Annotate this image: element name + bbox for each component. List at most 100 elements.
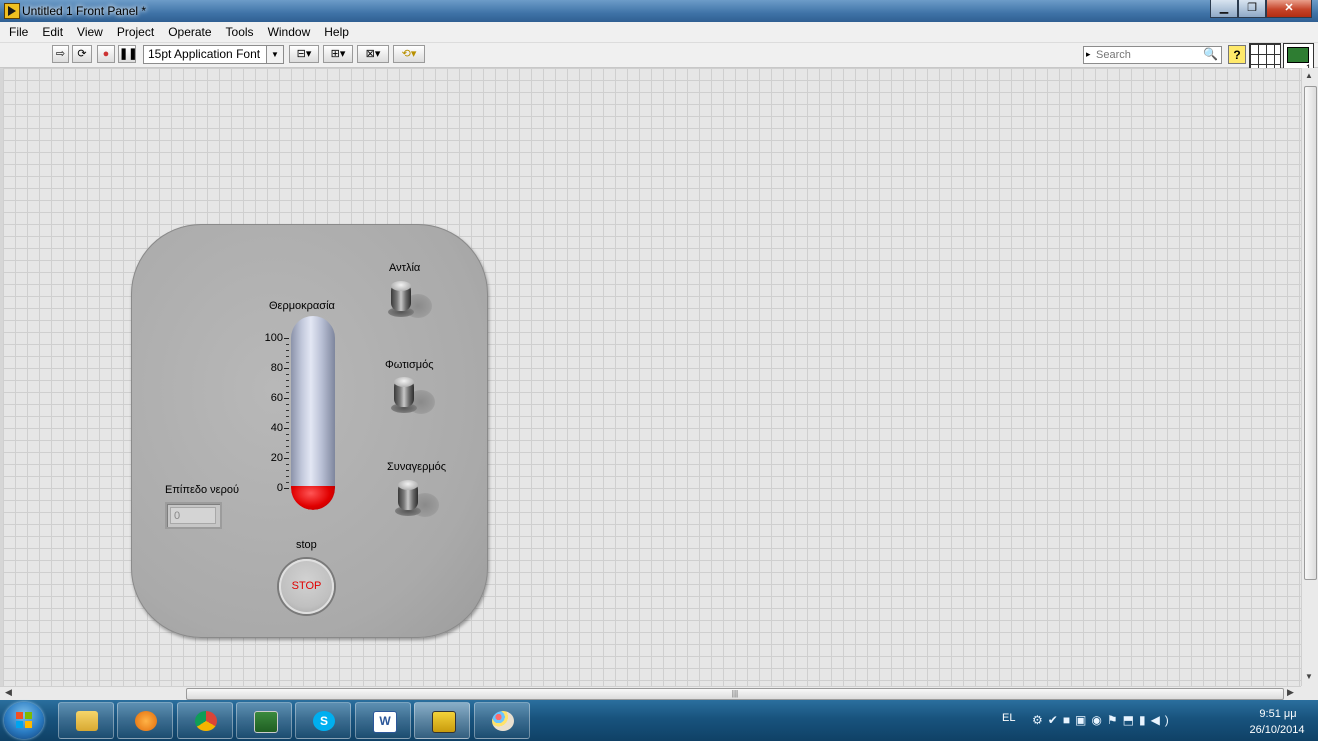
scale-label: 20: [270, 452, 283, 464]
clock-time[interactable]: 9:51 μμ: [1248, 708, 1308, 720]
minor-tick: [286, 404, 289, 405]
scale-label: 100: [264, 332, 283, 344]
minor-tick: [286, 362, 289, 363]
thermometer-label: Θερμοκρασία: [269, 300, 335, 312]
align-objects-icon[interactable]: ⊟▾: [289, 45, 319, 63]
abort-icon[interactable]: ●: [97, 45, 115, 63]
media-player-icon: [135, 711, 157, 731]
language-indicator[interactable]: EL: [1002, 712, 1015, 724]
toolbar: ⇨ ⟳ ● ❚❚ 15pt Application Font ▼ ⊟▾ ⊞▾ ⊠…: [0, 43, 1318, 73]
vertical-scrollbar[interactable]: ▲ ▼: [1301, 68, 1318, 686]
taskbar-skype[interactable]: S: [295, 702, 351, 739]
scroll-down-icon[interactable]: ▼: [1305, 672, 1313, 681]
major-tick: [284, 368, 289, 369]
menu-tools[interactable]: Tools: [219, 22, 261, 41]
minor-tick: [286, 356, 289, 357]
clock-date[interactable]: 26/10/2014: [1242, 724, 1312, 736]
thermometer-indicator[interactable]: [291, 316, 335, 510]
taskbar: S W EL ⚙✔■▣◉⚑⬒▮◀) 9:51 μμ 26/10/2014: [0, 700, 1318, 741]
menu-window[interactable]: Window: [261, 22, 318, 41]
menu-help[interactable]: Help: [317, 22, 356, 41]
minor-tick: [286, 464, 289, 465]
water-level-indicator[interactable]: 0: [165, 502, 222, 529]
stop-button[interactable]: STOP: [279, 559, 334, 614]
restore-button[interactable]: ❐: [1238, 0, 1266, 18]
system-tray: EL ⚙✔■▣◉⚑⬒▮◀) 9:51 μμ 26/10/2014: [1000, 700, 1318, 741]
major-tick: [284, 338, 289, 339]
minor-tick: [286, 380, 289, 381]
vertical-scroll-thumb[interactable]: [1304, 86, 1317, 580]
search-input[interactable]: [1096, 48, 1196, 62]
skype-icon: S: [313, 711, 335, 731]
scale-label: 40: [270, 422, 283, 434]
context-help-button[interactable]: ?: [1228, 45, 1246, 64]
minor-tick: [286, 434, 289, 435]
run-arrow-icon[interactable]: ⇨: [52, 45, 69, 63]
word-icon: W: [373, 711, 397, 733]
reorder-icon[interactable]: ⟲▾: [393, 45, 425, 63]
taskbar-word[interactable]: W: [355, 702, 411, 739]
minimize-button[interactable]: ▁: [1210, 0, 1238, 18]
water-level-value: 0: [170, 507, 216, 524]
font-select-value: 15pt Application Font: [148, 47, 261, 61]
menu-edit[interactable]: Edit: [35, 22, 70, 41]
search-box[interactable]: ▸ 🔍: [1083, 46, 1222, 64]
menu-bar: File Edit View Project Operate Tools Window Hel…: [0, 22, 1318, 43]
minor-tick: [286, 476, 289, 477]
scroll-left-icon[interactable]: ◀: [5, 687, 12, 698]
font-select[interactable]: 15pt Application Font ▼: [143, 45, 284, 64]
major-tick: [284, 398, 289, 399]
taskbar-chrome[interactable]: [177, 702, 233, 739]
pump-toggle-switch[interactable]: [388, 280, 436, 324]
distribute-objects-icon[interactable]: ⊞▾: [323, 45, 353, 63]
minor-tick: [286, 344, 289, 345]
taskbar-task-manager[interactable]: [236, 702, 292, 739]
menu-file[interactable]: File: [0, 22, 35, 41]
pause-icon[interactable]: ❚❚: [118, 45, 137, 63]
minor-tick: [286, 350, 289, 351]
switch-label-alarm: Συναγερμός: [387, 461, 447, 473]
scroll-right-icon[interactable]: ▶: [1287, 687, 1294, 698]
alarm-toggle-switch[interactable]: [395, 479, 443, 523]
major-tick: [284, 428, 289, 429]
major-tick: [284, 488, 289, 489]
minor-tick: [286, 422, 289, 423]
minor-tick: [286, 410, 289, 411]
taskbar-paint[interactable]: [474, 702, 530, 739]
scroll-up-icon[interactable]: ▲: [1305, 71, 1313, 80]
menu-project[interactable]: Project: [110, 22, 161, 41]
search-options-icon[interactable]: ▸: [1086, 49, 1091, 60]
horizontal-scrollbar[interactable]: ◀ ||| ▶: [0, 686, 1301, 700]
major-tick: [284, 458, 289, 459]
menu-view[interactable]: View: [70, 22, 110, 41]
lighting-toggle-switch[interactable]: [391, 376, 439, 420]
switch-label-lighting: Φωτισμός: [385, 359, 434, 371]
horizontal-scroll-thumb[interactable]: |||: [186, 688, 1284, 700]
chevron-down-icon[interactable]: ▼: [266, 46, 283, 63]
taskbar-explorer[interactable]: [58, 702, 114, 739]
taskbar-labview[interactable]: [414, 702, 470, 739]
menu-operate[interactable]: Operate: [161, 22, 218, 41]
run-continuously-icon[interactable]: ⟳: [72, 45, 92, 63]
minor-tick: [286, 482, 289, 483]
close-button[interactable]: ✕: [1266, 0, 1312, 18]
labview-icon: [432, 711, 456, 733]
search-icon[interactable]: 🔍: [1203, 47, 1218, 61]
paint-palette-icon: [492, 711, 514, 731]
minor-tick: [286, 470, 289, 471]
folder-icon: [76, 711, 98, 731]
resize-objects-icon[interactable]: ⊠▾: [357, 45, 389, 63]
switch-cap: [398, 480, 418, 490]
minor-tick: [286, 440, 289, 441]
window-controls: ▁ ❐ ✕: [1210, 0, 1312, 18]
window-title: Untitled 1 Front Panel *: [22, 4, 147, 18]
start-button[interactable]: [4, 702, 44, 739]
tray-icons[interactable]: ⚙✔■▣◉⚑⬒▮◀): [1032, 713, 1174, 727]
scale-label: 60: [270, 392, 283, 404]
scroll-corner: [1301, 686, 1318, 700]
labview-app-icon[interactable]: [4, 3, 20, 19]
stop-label: stop: [296, 539, 317, 551]
title-bar: Untitled 1 Front Panel * ▁ ❐ ✕: [0, 0, 1318, 22]
minor-tick: [286, 392, 289, 393]
taskbar-media-player[interactable]: [117, 702, 173, 739]
